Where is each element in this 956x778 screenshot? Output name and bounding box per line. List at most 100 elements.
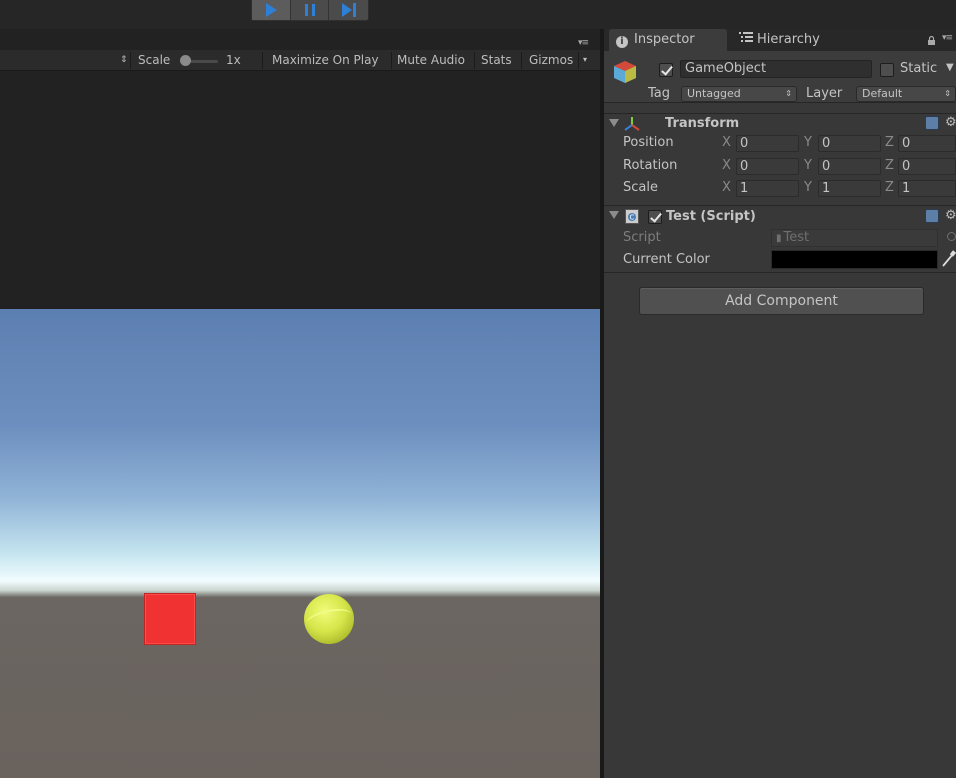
transform-header[interactable]: Transform ⚙ <box>604 113 956 135</box>
tab-hierarchy-label: Hierarchy <box>757 32 820 47</box>
inspector-panel: i Inspector Hierarchy ▾≡ GameObject Stati… <box>604 29 956 778</box>
toolbar-separator <box>262 52 263 69</box>
static-checkbox[interactable] <box>880 63 894 77</box>
gear-icon[interactable]: ⚙ <box>945 208 956 223</box>
info-icon: i <box>616 36 628 48</box>
scale-value: 1x <box>226 53 241 67</box>
scale-y-field[interactable]: 1 <box>818 180 881 197</box>
help-book-icon[interactable] <box>925 209 939 223</box>
toolbar-separator <box>578 52 579 69</box>
script-enabled-checkbox[interactable] <box>648 210 662 224</box>
current-color-swatch[interactable] <box>771 250 938 269</box>
gizmos-dropdown-arrow-icon[interactable]: ▾ <box>583 55 587 64</box>
tab-inspector[interactable]: i Inspector <box>609 29 727 51</box>
game-view[interactable] <box>0 72 600 778</box>
axis-z-label[interactable]: Z <box>885 180 894 195</box>
tag-dropdown[interactable]: Untagged ⇕ <box>681 86 797 102</box>
script-value: Test <box>783 230 810 245</box>
transform-axes-icon <box>624 117 640 131</box>
list-icon <box>739 32 753 42</box>
lock-icon[interactable] <box>927 36 936 45</box>
transform-title: Transform <box>665 116 740 131</box>
rotation-y-field[interactable]: 0 <box>818 158 881 175</box>
tab-inspector-label: Inspector <box>634 32 695 47</box>
rotation-z-field[interactable]: 0 <box>898 158 956 175</box>
axis-y-label[interactable]: Y <box>804 158 812 173</box>
pause-button[interactable] <box>291 0 330 20</box>
stats-toggle[interactable]: Stats <box>481 53 512 67</box>
layer-label: Layer <box>806 86 843 101</box>
chevron-updown-icon: ⇕ <box>944 89 951 98</box>
axis-z-label[interactable]: Z <box>885 135 894 150</box>
add-component-button[interactable]: Add Component <box>639 287 924 315</box>
scale-z-field[interactable]: 1 <box>898 180 956 197</box>
object-picker-icon[interactable] <box>947 232 956 241</box>
game-view-toolbar: ⇕ Scale 1x Maximize On Play Mute Audio S… <box>0 50 600 71</box>
game-render <box>0 309 600 778</box>
gizmos-toggle[interactable]: Gizmos <box>529 53 573 67</box>
foldout-arrow-icon[interactable] <box>609 211 619 219</box>
script-file-icon: ▮ <box>776 233 782 244</box>
axis-x-label[interactable]: X <box>722 158 731 173</box>
rotation-label: Rotation <box>623 158 678 173</box>
static-label: Static <box>900 61 938 76</box>
layer-dropdown[interactable]: Default ⇕ <box>856 86 956 102</box>
toolbar-separator <box>130 52 131 69</box>
play-button[interactable] <box>252 0 291 20</box>
eyedropper-icon[interactable] <box>941 250 956 268</box>
foldout-arrow-icon[interactable] <box>609 119 619 127</box>
rotation-x-field[interactable]: 0 <box>736 158 799 175</box>
position-z-field[interactable]: 0 <box>898 135 956 152</box>
layer-value: Default <box>862 87 903 100</box>
chevron-updown-icon: ⇕ <box>785 89 792 98</box>
csharp-script-icon: C <box>625 209 639 224</box>
axis-y-label[interactable]: Y <box>804 135 812 150</box>
script-component-header[interactable]: C Test (Script) ⚙ <box>604 205 956 227</box>
scale-label: Scale <box>623 180 658 195</box>
play-icon <box>265 3 277 17</box>
toolbar-separator <box>521 52 522 69</box>
maximize-on-play-toggle[interactable]: Maximize On Play <box>272 53 379 67</box>
axis-z-label[interactable]: Z <box>885 158 894 173</box>
gear-icon[interactable]: ⚙ <box>945 115 956 130</box>
pane-menu-icon[interactable]: ▾≡ <box>578 38 589 48</box>
toolbar-separator <box>474 52 475 69</box>
script-component-title: Test (Script) <box>666 209 756 224</box>
script-object-field[interactable]: ▮ Test <box>771 229 938 247</box>
help-book-icon[interactable] <box>925 116 939 130</box>
script-label: Script <box>623 230 661 245</box>
play-controls <box>251 0 369 21</box>
axis-y-label[interactable]: Y <box>804 180 812 195</box>
main-toolbar <box>0 0 956 29</box>
mute-audio-toggle[interactable]: Mute Audio <box>397 53 465 67</box>
axis-x-label[interactable]: X <box>722 135 731 150</box>
inspector-tabs: i Inspector Hierarchy ▾≡ <box>604 29 956 51</box>
svg-text:C: C <box>630 214 635 222</box>
inspector-menu-icon[interactable]: ▾≡ <box>942 33 953 43</box>
yellow-sphere <box>304 594 354 644</box>
step-icon <box>341 3 356 17</box>
position-y-field[interactable]: 0 <box>818 135 881 152</box>
position-label: Position <box>623 135 674 150</box>
axis-x-label[interactable]: X <box>722 180 731 195</box>
gameobject-header: GameObject Static ▼ Tag Untagged ⇕ Layer … <box>604 51 956 103</box>
resolution-dropdown-arrow-icon[interactable]: ⇕ <box>120 55 128 65</box>
static-dropdown-arrow-icon[interactable]: ▼ <box>946 62 954 73</box>
gameobject-name-field[interactable]: GameObject <box>680 60 872 78</box>
pause-icon <box>304 4 315 16</box>
unity-editor: ▾≡ ⇕ Scale 1x Maximize On Play Mute Audi… <box>0 0 956 778</box>
current-color-label: Current Color <box>623 252 710 267</box>
tag-value: Untagged <box>687 87 741 100</box>
gameobject-cube-icon <box>614 61 636 83</box>
red-cube <box>144 593 196 645</box>
scale-label: Scale <box>138 53 171 67</box>
tag-label: Tag <box>648 86 671 101</box>
component-separator <box>604 272 956 273</box>
gameobject-active-checkbox[interactable] <box>659 63 673 77</box>
scale-slider-thumb[interactable] <box>180 55 191 66</box>
step-button[interactable] <box>329 0 368 20</box>
position-x-field[interactable]: 0 <box>736 135 799 152</box>
tab-hierarchy[interactable]: Hierarchy <box>739 29 839 51</box>
scale-x-field[interactable]: 1 <box>736 180 799 197</box>
toolbar-separator <box>391 52 392 69</box>
